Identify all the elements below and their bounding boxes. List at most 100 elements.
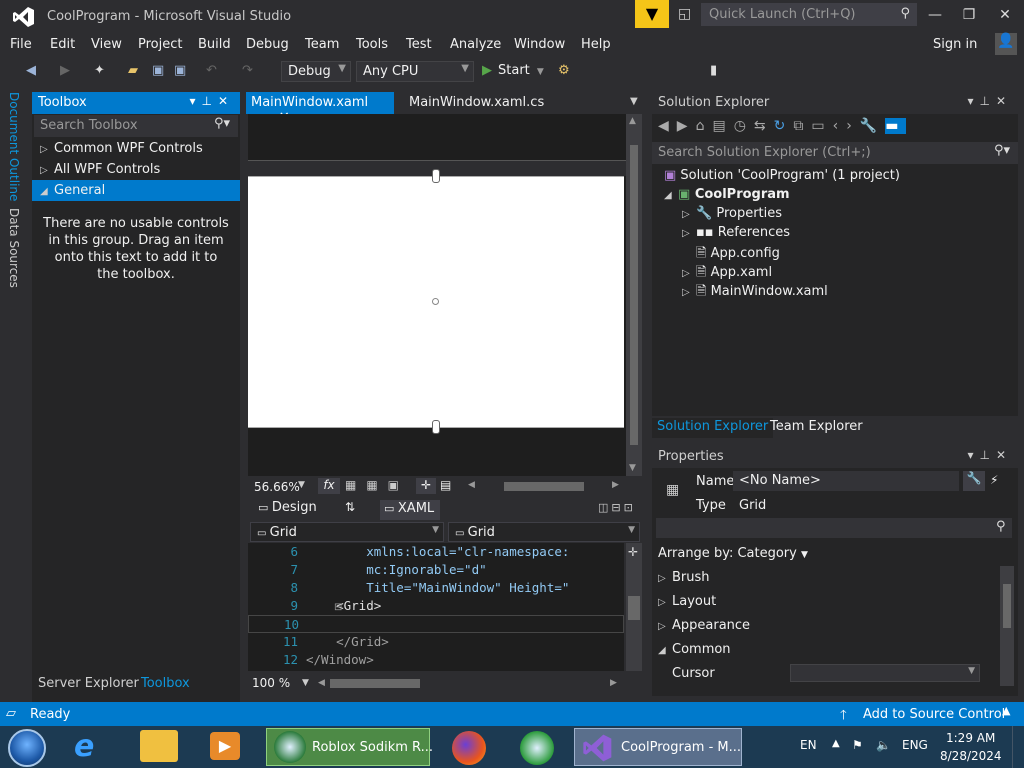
- menu-project[interactable]: Project: [138, 37, 182, 52]
- formula-icon[interactable]: fx: [318, 478, 340, 494]
- design-view-button[interactable]: ▭ Design: [258, 500, 317, 515]
- tab-mainwindow-xaml[interactable]: MainWindow.xaml ⊸ ✕: [246, 92, 394, 125]
- toolbox-search-input[interactable]: Search Toolbox ⚲▾: [34, 115, 238, 137]
- close-icon[interactable]: ✕: [218, 94, 234, 108]
- center-handle[interactable]: [432, 298, 439, 305]
- redo-icon[interactable]: ↷: [242, 63, 253, 78]
- pin-icon[interactable]: ⊥: [979, 94, 995, 108]
- toolbox-group-all[interactable]: ▷ All WPF Controls: [32, 159, 240, 180]
- tab-document-outline[interactable]: Document Outline: [7, 92, 21, 201]
- windows-start-icon[interactable]: [8, 729, 46, 767]
- collapse-icon[interactable]: ⊟: [334, 602, 342, 613]
- scroll-up-icon[interactable]: ▲: [629, 116, 636, 126]
- dropdown-icon[interactable]: ▾: [967, 448, 979, 462]
- chevron-down-icon[interactable]: ▼: [298, 480, 305, 490]
- category-appearance[interactable]: ▷ Appearance: [658, 618, 750, 633]
- tab-server-explorer[interactable]: Server Explorer: [38, 676, 139, 691]
- tab-solution-explorer[interactable]: Solution Explorer: [652, 418, 774, 438]
- save-icon[interactable]: ▣: [152, 63, 164, 78]
- close-window-button[interactable]: ✕: [990, 4, 1020, 26]
- sign-in-link[interactable]: Sign in: [933, 37, 977, 52]
- crumb-left-dropdown[interactable]: ▭ Grid ▼: [250, 522, 444, 542]
- resize-handle-bottom[interactable]: [432, 420, 440, 434]
- media-player-icon[interactable]: ▶: [210, 732, 240, 760]
- notification-filter-icon[interactable]: ▼: [635, 0, 669, 28]
- account-icon[interactable]: 👤: [995, 33, 1017, 55]
- code-horizontal-thumb[interactable]: [330, 679, 420, 688]
- menu-build[interactable]: Build: [198, 37, 231, 52]
- toolbox-group-common[interactable]: ▷ Common WPF Controls: [32, 138, 240, 159]
- scroll-right-icon[interactable]: ▶: [612, 480, 619, 490]
- sync-icon[interactable]: ⇆: [754, 118, 774, 134]
- scroll-down-icon[interactable]: ▼: [629, 463, 636, 473]
- menu-analyze[interactable]: Analyze: [450, 37, 501, 52]
- home-icon[interactable]: ⌂: [696, 118, 713, 134]
- tree-app-config[interactable]: 🗎 App.config: [652, 244, 1018, 263]
- tree-solution[interactable]: ▣ Solution 'CoolProgram' (1 project): [652, 168, 1018, 187]
- back-icon[interactable]: ◀: [658, 118, 677, 134]
- add-to-source-control[interactable]: Add to Source Control: [863, 707, 1005, 722]
- open-file-icon[interactable]: ▰: [128, 63, 138, 78]
- tab-data-sources[interactable]: Data Sources: [7, 208, 21, 288]
- menu-edit[interactable]: Edit: [50, 37, 75, 52]
- show-desktop-button[interactable]: [1012, 726, 1024, 768]
- language-indicator[interactable]: EN: [800, 738, 817, 752]
- snap-icon[interactable]: ✛: [416, 478, 436, 494]
- arrange-by-dropdown[interactable]: Arrange by: Category ▼: [658, 546, 808, 561]
- clock-date[interactable]: 8/28/2024: [940, 749, 1002, 763]
- chevron-up-icon[interactable]: ▲: [1002, 704, 1010, 717]
- tree-properties[interactable]: ▷ 🔧 Properties: [652, 206, 1018, 225]
- forward-icon[interactable]: ▶: [677, 118, 696, 134]
- horizontal-scroll-thumb[interactable]: [504, 482, 584, 491]
- zoom-level[interactable]: 56.66%: [254, 480, 300, 494]
- category-brush[interactable]: ▷ Brush: [658, 570, 710, 585]
- tree-app-xaml[interactable]: ▷ 🗎 App.xaml: [652, 263, 1018, 282]
- split-editor-icon[interactable]: ✛: [628, 545, 638, 559]
- new-project-icon[interactable]: ✦: [94, 63, 105, 78]
- undo-icon[interactable]: ↶: [206, 63, 217, 78]
- scrollbar-thumb[interactable]: [630, 145, 638, 445]
- tree-references[interactable]: ▷ ▪▪ References: [652, 225, 1018, 244]
- category-layout[interactable]: ▷ Layout: [658, 594, 716, 609]
- pin-icon[interactable]: ⊥: [979, 448, 995, 462]
- show-all-files-icon[interactable]: ▭: [811, 118, 832, 134]
- chevron-down-icon[interactable]: ▼: [302, 678, 309, 688]
- preview-icon[interactable]: ▬: [885, 118, 907, 134]
- dropdown-icon[interactable]: ▾: [967, 94, 979, 108]
- properties-icon[interactable]: 🔧: [860, 118, 885, 134]
- forward-icon[interactable]: ▶: [60, 63, 70, 78]
- browser-link-icon[interactable]: ⚙: [558, 63, 570, 78]
- input-method-indicator[interactable]: ENG: [902, 738, 928, 752]
- pin-icon[interactable]: ⊥: [201, 94, 217, 108]
- resize-handle-top[interactable]: [432, 169, 440, 183]
- category-common[interactable]: ◢ Common: [658, 642, 731, 657]
- tree-mainwindow-xaml[interactable]: ▷ 🗎 MainWindow.xaml: [652, 282, 1018, 301]
- view-code-icon[interactable]: ‹›: [833, 118, 860, 134]
- events-lightning-icon[interactable]: ⚡: [990, 473, 998, 487]
- menu-team[interactable]: Team: [305, 37, 339, 52]
- action-center-icon[interactable]: ⚑: [852, 738, 863, 752]
- feedback-icon[interactable]: ◱: [678, 6, 691, 22]
- refresh-icon[interactable]: ↻: [774, 118, 794, 134]
- scroll-left-icon[interactable]: ◀: [318, 678, 325, 688]
- volume-muted-icon[interactable]: 🔈: [876, 738, 891, 752]
- split-layout-icons[interactable]: ◫⊟⊡: [598, 501, 636, 514]
- menu-help[interactable]: Help: [581, 37, 611, 52]
- quick-launch-input[interactable]: Quick Launch (Ctrl+Q) ⚲: [701, 3, 917, 26]
- scroll-left-icon[interactable]: ◀: [468, 480, 475, 490]
- swap-panes-icon[interactable]: ⇅: [345, 500, 355, 514]
- grid-toggle-icons[interactable]: ▦▦▣: [345, 478, 409, 492]
- back-icon[interactable]: ◀: [26, 63, 36, 78]
- solution-search-input[interactable]: Search Solution Explorer (Ctrl+;) ⚲▾: [652, 142, 1018, 164]
- switch-views-icon[interactable]: ▤: [712, 118, 733, 134]
- file-explorer-icon[interactable]: [140, 730, 178, 762]
- properties-scroll-thumb[interactable]: [1003, 584, 1011, 628]
- menu-debug[interactable]: Debug: [246, 37, 289, 52]
- menu-view[interactable]: View: [91, 37, 122, 52]
- xaml-code-editor[interactable]: 6 xmlns:local="clr-namespace: 7 mc:Ignor…: [248, 543, 624, 671]
- pending-changes-icon[interactable]: ◷: [734, 118, 754, 134]
- tab-list-dropdown-icon[interactable]: ▼: [630, 96, 638, 107]
- menu-file[interactable]: File: [10, 37, 32, 52]
- menu-tools[interactable]: Tools: [356, 37, 388, 52]
- collapse-all-icon[interactable]: ⧉: [793, 118, 811, 134]
